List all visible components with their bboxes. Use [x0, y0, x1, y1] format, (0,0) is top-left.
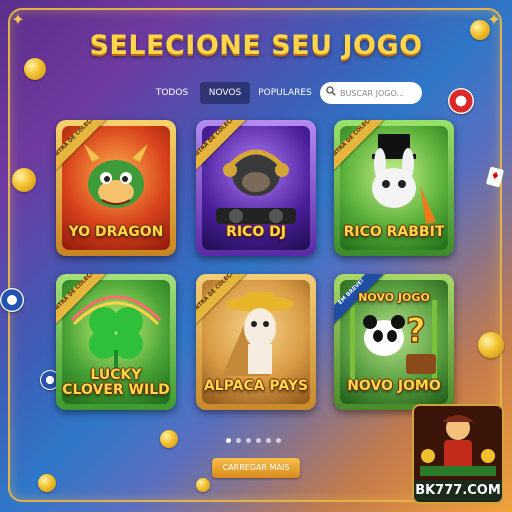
game-title: NOVO JOMO — [347, 378, 441, 394]
coin-icon — [12, 168, 36, 192]
game-title: YO DRAGON — [68, 224, 164, 240]
pagination-dot[interactable] — [226, 438, 231, 443]
tab-populares[interactable]: POPULARES — [254, 82, 316, 104]
page-title: SELECIONE SEU JOGO — [89, 30, 423, 61]
load-more-button[interactable]: CARREGAR MAIS — [212, 458, 300, 478]
poker-chip-icon — [448, 88, 474, 114]
pagination-dot[interactable] — [256, 438, 261, 443]
game-card-yo-dragon[interactable]: CONTRA DE COLEÇÃO YO DRAGON — [56, 120, 176, 256]
sparkle-icon: ✦ — [11, 10, 25, 29]
game-title: LUCKY CLOVER WILD — [56, 368, 176, 398]
tab-todos[interactable]: TODOS — [150, 82, 194, 104]
game-card-rico-rabbit[interactable]: CONTRA DE COLEÇÃO RICO RABBIT — [334, 120, 454, 256]
pagination-dot[interactable] — [276, 438, 281, 443]
game-title: RICO DJ — [226, 224, 286, 240]
game-title: ALPACA PAYS — [203, 378, 309, 394]
tab-novos[interactable]: NOVOS — [200, 82, 250, 104]
search-icon — [326, 86, 336, 96]
pagination-dot[interactable] — [236, 438, 241, 443]
coin-icon — [196, 478, 210, 492]
brand-site: BK777.COM — [414, 480, 502, 502]
brand-mascot-icon — [414, 406, 502, 480]
coin-icon — [478, 332, 504, 358]
coin-icon — [24, 58, 46, 80]
game-card-novo-jomo[interactable]: ? EM BREVE! NOVO JOGO NOVO JOMO — [334, 274, 454, 410]
game-card-alpaca-pays[interactable]: CONTRA DE COLEÇÃO ALPACA PAYS — [196, 274, 316, 410]
game-card-lucky-clover-wild[interactable]: CONTRA DE COLEÇÃO LUCKY CLOVER WILD — [56, 274, 176, 410]
game-title: RICO RABBIT — [343, 224, 445, 240]
coin-icon — [38, 474, 56, 492]
coin-icon — [160, 430, 178, 448]
brand-badge[interactable]: BK777.COM — [412, 404, 504, 504]
pagination-dot[interactable] — [266, 438, 271, 443]
svg-text:?: ? — [406, 311, 426, 351]
game-header: NOVO JOGO — [358, 291, 430, 304]
game-title-line: LUCKY — [90, 367, 142, 383]
pagination — [226, 438, 286, 446]
pagination-dot[interactable] — [246, 438, 251, 443]
search-box[interactable] — [320, 82, 422, 104]
game-title-line: CLOVER WILD — [62, 382, 170, 398]
game-card-rico-dj[interactable]: CONTRA DE COLEÇÃO RICO DJ — [196, 120, 316, 256]
search-input[interactable] — [340, 85, 418, 101]
poker-chip-icon — [0, 288, 24, 312]
